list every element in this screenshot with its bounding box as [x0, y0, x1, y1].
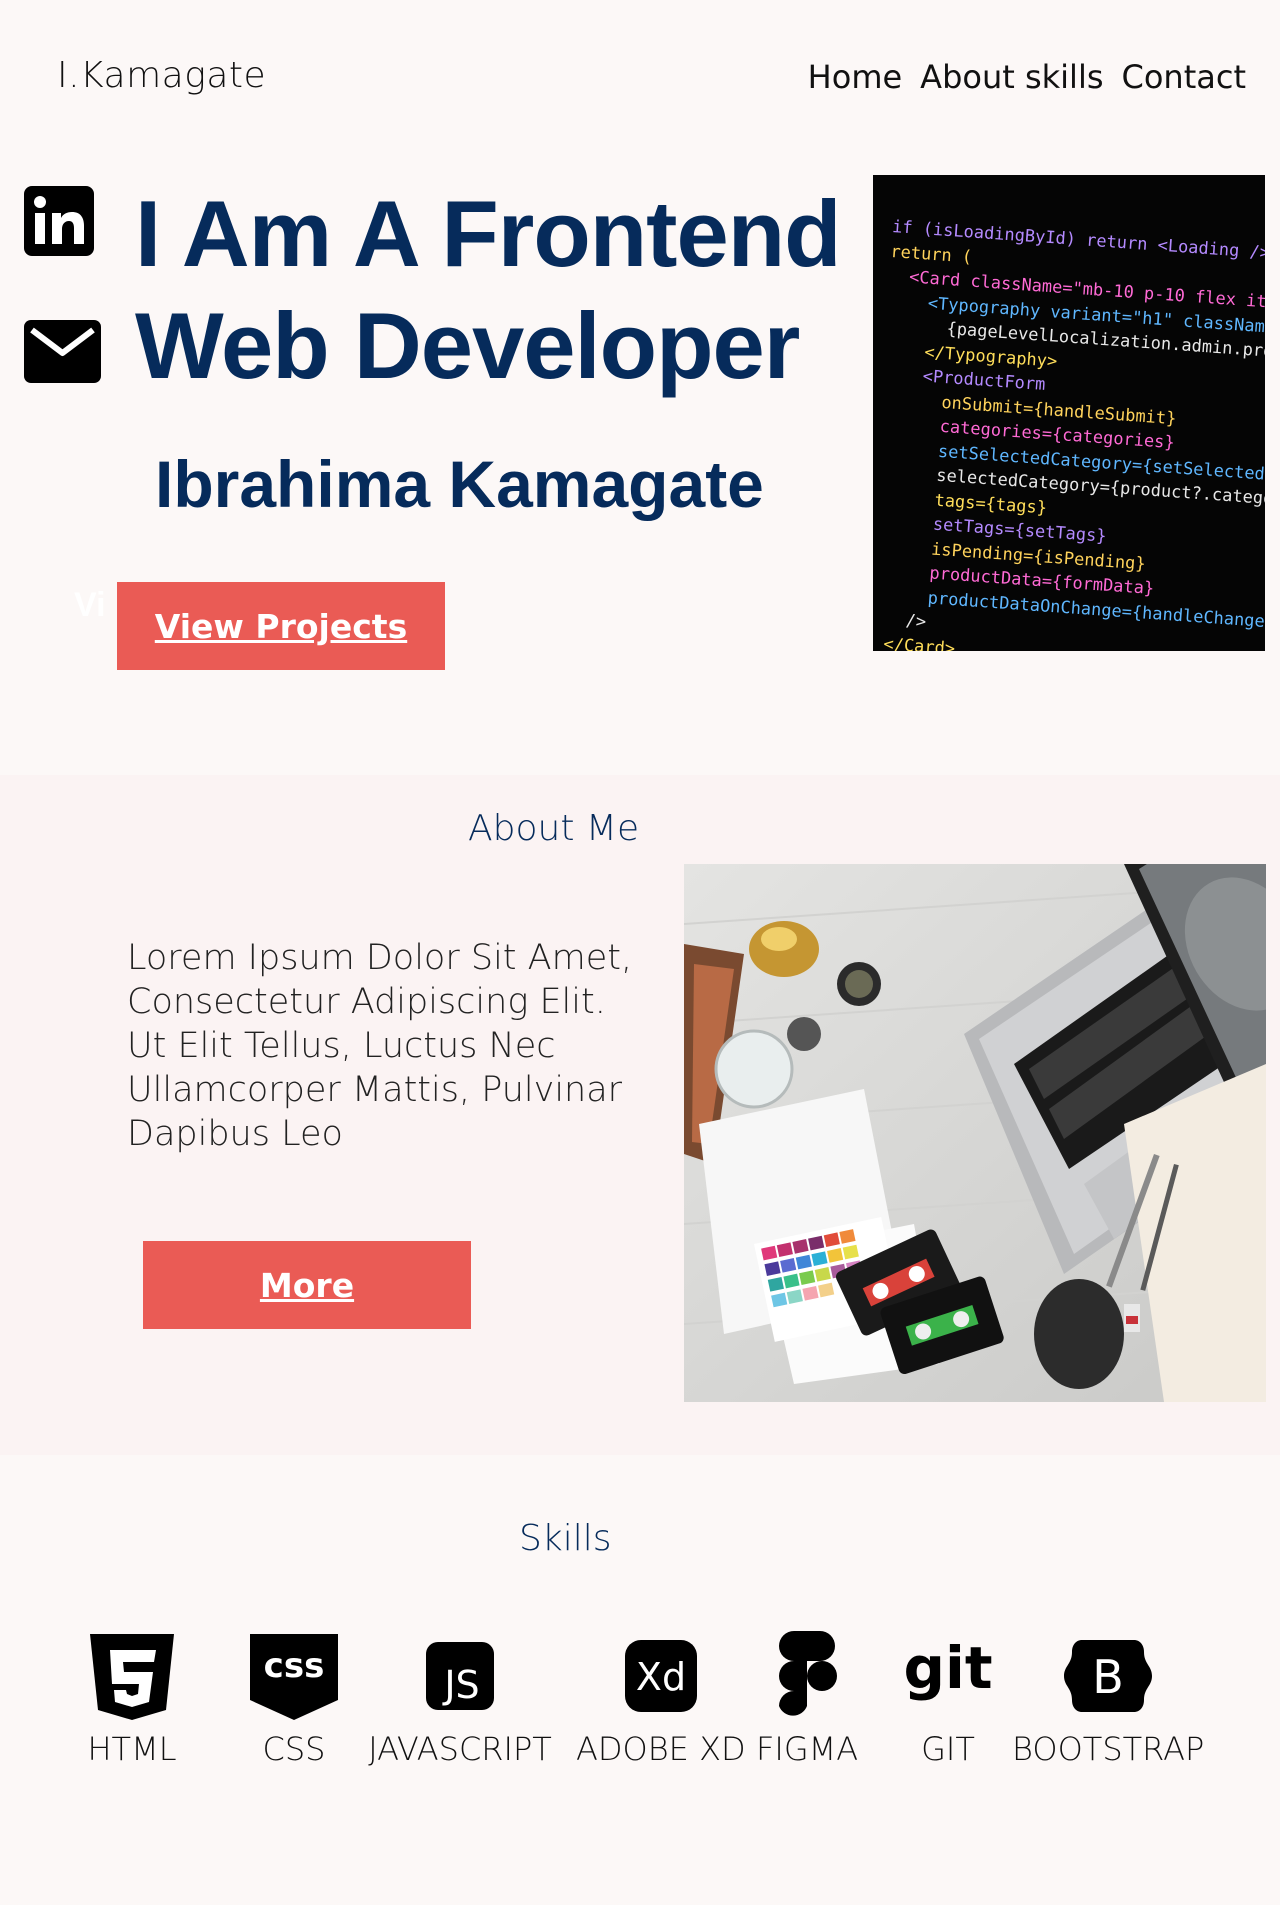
- code-lines: if (isLoadingById) return <Loading />; re…: [873, 215, 1265, 651]
- view-projects-button[interactable]: View Projects: [117, 582, 445, 670]
- hero-title: I Am A Frontend Web Developer: [135, 178, 842, 402]
- svg-text:Xd: Xd: [636, 1655, 686, 1699]
- skill-git: git GIT: [898, 1628, 998, 1768]
- git-icon: git: [898, 1628, 998, 1724]
- figma-icon: [757, 1628, 857, 1724]
- svg-text:git: git: [903, 1636, 992, 1702]
- css3-icon: css: [244, 1628, 344, 1724]
- brand-logo[interactable]: I.Kamagate: [57, 55, 266, 96]
- more-button[interactable]: More: [143, 1241, 471, 1329]
- skill-css: css CSS: [244, 1628, 344, 1768]
- linkedin-icon[interactable]: [24, 186, 94, 256]
- main-nav: Home About skills Contact: [808, 58, 1246, 96]
- skill-label-javascript: JAVASCRIPT: [368, 1730, 552, 1768]
- svg-text:css: css: [264, 1646, 325, 1686]
- skill-label-bootstrap: BOOTSTRAP: [1012, 1730, 1205, 1768]
- skill-label-html: HTML: [87, 1730, 177, 1768]
- javascript-icon: JS: [366, 1628, 554, 1724]
- nav-home[interactable]: Home: [808, 58, 903, 96]
- about-title: About Me: [468, 808, 640, 849]
- nav-contact[interactable]: Contact: [1122, 58, 1247, 96]
- svg-text:B: B: [1092, 1650, 1124, 1704]
- mail-icon[interactable]: [24, 320, 101, 383]
- skill-label-css: CSS: [262, 1730, 326, 1768]
- skill-adobe-xd: Xd ADOBE XD: [576, 1628, 746, 1768]
- skill-bootstrap: B BOOTSTRAP: [1012, 1628, 1204, 1768]
- html5-icon: [82, 1628, 182, 1724]
- nav-about-skills[interactable]: About skills: [920, 58, 1103, 96]
- about-text: Lorem Ipsum Dolor Sit Amet, Consectetur …: [127, 938, 633, 1154]
- workspace-photo: [684, 864, 1266, 1402]
- skill-label-figma: FIGMA: [756, 1730, 859, 1768]
- hero-name: Ibrahima Kamagate: [155, 447, 764, 521]
- adobe-xd-icon: Xd: [581, 1628, 741, 1724]
- hidden-text: Vi: [74, 586, 106, 624]
- skill-label-adobe-xd: ADOBE XD: [576, 1730, 746, 1768]
- skill-label-git: GIT: [921, 1730, 975, 1768]
- skills-title: Skills: [519, 1518, 612, 1559]
- code-screenshot-image: if (isLoadingById) return <Loading />; re…: [873, 175, 1265, 651]
- skill-html: HTML: [82, 1628, 182, 1768]
- skill-javascript: JS JAVASCRIPT: [366, 1628, 554, 1768]
- svg-text:JS: JS: [442, 1663, 479, 1707]
- hero-title-line2: Web Developer: [135, 293, 800, 398]
- hero-title-line1: I Am A Frontend: [135, 181, 842, 286]
- bootstrap-icon: B: [1014, 1628, 1202, 1724]
- skill-figma: FIGMA: [756, 1628, 858, 1768]
